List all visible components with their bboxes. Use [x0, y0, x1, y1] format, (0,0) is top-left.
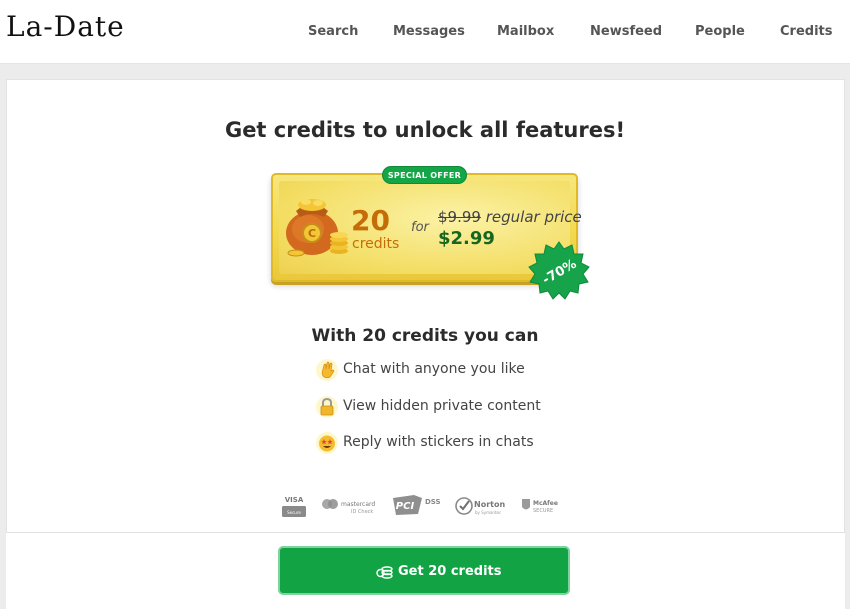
old-price-suffix: regular price	[480, 208, 582, 226]
get-credits-label: Get 20 credits	[398, 564, 502, 579]
discount-badge: -70%	[528, 241, 590, 300]
coins-icon	[376, 566, 393, 579]
sale-price: $2.99	[438, 228, 495, 249]
benefit-text: Chat with anyone you like	[343, 361, 525, 377]
visa-sub: Secure	[287, 510, 301, 515]
nav-mailbox[interactable]: Mailbox	[497, 24, 554, 39]
nav-search[interactable]: Search	[308, 24, 358, 39]
mastercard-label: mastercard	[341, 501, 375, 508]
special-offer-badge: SPECIAL OFFER	[382, 166, 467, 184]
mcafee-secure-icon: McAfee SECURE	[520, 497, 564, 519]
nav-messages[interactable]: Messages	[393, 24, 465, 39]
regular-price: $9.99 regular price	[438, 208, 582, 226]
mastercard-sub: ID Check	[351, 509, 373, 515]
benefits-title: With 20 credits you can	[311, 326, 539, 346]
nav-credits[interactable]: Credits	[780, 24, 832, 39]
lock-icon	[316, 396, 338, 418]
nav-newsfeed[interactable]: Newsfeed	[590, 24, 662, 39]
pci-dss-icon: PCI DSS	[392, 494, 444, 520]
get-credits-button[interactable]: Get 20 credits	[278, 546, 570, 595]
money-bag-icon: C	[286, 199, 348, 257]
dss-label: DSS	[425, 498, 441, 506]
benefit-text: View hidden private content	[343, 398, 541, 414]
visa-label: VISA	[285, 496, 304, 504]
credit-amount: 20	[351, 204, 390, 237]
waving-hand-icon	[316, 359, 338, 381]
old-price-value: $9.99	[438, 208, 481, 226]
benefit-text: Reply with stickers in chats	[343, 434, 534, 450]
top-header: La-Date Search Messages Mailbox Newsfeed…	[0, 0, 850, 64]
visa-secure-icon: VISA Secure	[281, 493, 307, 523]
mcafee-sub: SECURE	[533, 508, 553, 514]
pci-label: PCI	[396, 501, 415, 512]
star-struck-face-icon	[316, 432, 338, 454]
for-label: for	[411, 220, 429, 235]
logo[interactable]: La-Date	[6, 10, 125, 43]
svg-text:C: C	[308, 227, 316, 240]
credit-unit: credits	[352, 236, 400, 252]
norton-label: Norton	[474, 500, 505, 509]
mastercard-id-check-icon: mastercard ID Check	[321, 497, 379, 519]
page-title: Get credits to unlock all features!	[224, 118, 626, 142]
norton-icon: Norton by Symantec	[455, 495, 509, 521]
nav-people[interactable]: People	[695, 24, 745, 39]
norton-sub: by Symantec	[475, 510, 501, 515]
mcafee-label: McAfee	[533, 500, 558, 507]
